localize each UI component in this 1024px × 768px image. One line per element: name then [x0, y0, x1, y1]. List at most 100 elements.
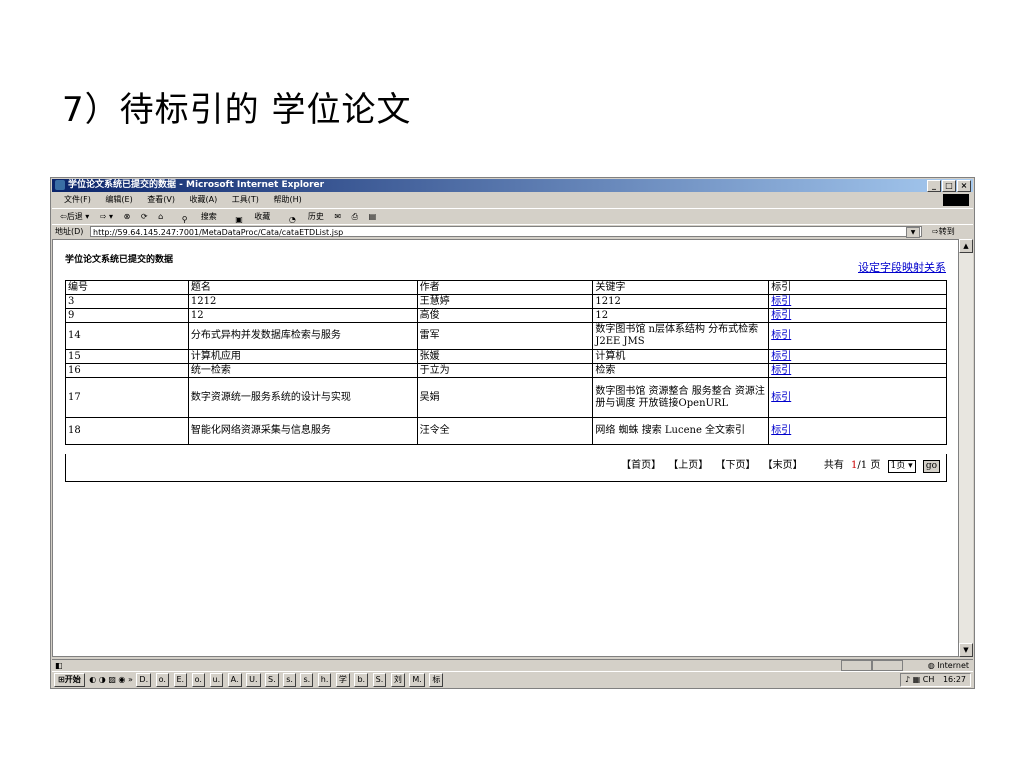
page-icon: ◧ [55, 661, 63, 670]
favorites-label: 收藏 [254, 212, 271, 221]
quicklaunch-more-icon[interactable]: » [128, 675, 133, 684]
minimize-button[interactable]: _ [927, 180, 941, 192]
index-link[interactable]: 标引 [771, 365, 791, 376]
home-icon[interactable]: ⌂ [158, 212, 163, 221]
language-indicator[interactable]: CH [923, 675, 935, 684]
menu-help[interactable]: 帮助(H) [273, 195, 301, 204]
prev-page-link[interactable]: 【上页】 [668, 460, 708, 471]
volume-icon[interactable]: ♪ [905, 675, 910, 684]
cell-id: 18 [65, 417, 189, 445]
index-link[interactable]: 标引 [771, 310, 791, 321]
menu-edit[interactable]: 编辑(E) [105, 195, 132, 204]
total-pages-label: /1 页 [857, 460, 881, 471]
index-link[interactable]: 标引 [771, 330, 791, 341]
cell-author: 雷军 [416, 322, 594, 350]
task-button[interactable]: h. [317, 673, 332, 687]
menu-view[interactable]: 查看(V) [147, 195, 175, 204]
next-page-link[interactable]: 【下页】 [715, 460, 755, 471]
maximize-button[interactable]: □ [942, 180, 956, 192]
task-button[interactable]: u. [209, 673, 224, 687]
table-row: 17 数字资源统一服务系统的设计与实现 吴娟 数字图书馆 资源整合 服务整合 资… [65, 377, 947, 418]
first-page-link[interactable]: 【首页】 [621, 460, 661, 471]
history-button[interactable]: ◔ 历史 [281, 212, 324, 224]
task-button[interactable]: s. [300, 673, 314, 687]
cell-keywords: 网络 蜘蛛 搜索 Lucene 全文索引 [592, 417, 770, 445]
task-button[interactable]: o. [155, 673, 169, 687]
task-button[interactable]: s. [283, 673, 296, 687]
cell-author: 高俊 [416, 308, 594, 323]
last-page-link[interactable]: 【末页】 [763, 460, 803, 471]
quicklaunch-ie-icon[interactable]: ◐ [89, 675, 96, 684]
task-button[interactable]: S. [372, 673, 387, 687]
window-titlebar[interactable]: 学位论文系统已提交的数据 - Microsoft Internet Explor… [52, 179, 973, 192]
page-content: 学位论文系统已提交的数据 设定字段映射关系 编号 题名 作者 关键字 标引 3 … [52, 239, 959, 657]
stop-icon[interactable]: ⊗ [124, 212, 131, 221]
table-row: 16 统一检索 于立为 检索 标引 [65, 363, 947, 378]
task-button-active[interactable]: 学 [335, 673, 350, 687]
menu-tools[interactable]: 工具(T) [232, 195, 259, 204]
total-label: 共有 [823, 460, 844, 471]
close-button[interactable]: × [957, 180, 971, 192]
browser-window: 学位论文系统已提交的数据 - Microsoft Internet Explor… [50, 177, 975, 689]
cell-id: 14 [65, 322, 189, 350]
index-link[interactable]: 标引 [771, 351, 791, 362]
task-button[interactable]: 刘 [390, 673, 405, 687]
task-button[interactable]: E. [173, 673, 188, 687]
index-link[interactable]: 标引 [771, 296, 791, 307]
network-icon[interactable]: ▦ [913, 675, 921, 684]
cell-index-link-cell: 标引 [768, 377, 947, 418]
search-button[interactable]: ⚲ 搜索 [174, 212, 217, 224]
go-label: 转到 [938, 227, 955, 236]
globe-icon: ◍ [927, 661, 938, 670]
status-bar: ◧ ◍ Internet [52, 659, 973, 671]
scroll-down-icon[interactable]: ▼ [959, 643, 973, 657]
mail-icon[interactable]: ✉ [334, 212, 341, 221]
quicklaunch-outlook-icon[interactable]: ◑ [99, 675, 106, 684]
start-button[interactable]: ⊞开始 [54, 673, 85, 687]
cell-author: 吴娟 [416, 377, 594, 418]
table-row: 14 分布式异构并发数据库检索与服务 雷军 数字图书馆 n层体系结构 分布式检索… [65, 322, 947, 350]
window-title: 学位论文系统已提交的数据 - Microsoft Internet Explor… [68, 180, 325, 190]
cell-id: 15 [65, 349, 189, 364]
task-button[interactable]: A. [227, 673, 242, 687]
edit-icon[interactable]: ▤ [369, 212, 377, 221]
task-button[interactable]: M. [409, 673, 425, 687]
task-button[interactable]: U. [246, 673, 261, 687]
print-icon[interactable]: ⎙ [352, 212, 358, 221]
go-arrow-icon: ⇨ [932, 227, 939, 236]
task-button[interactable]: D. [136, 673, 152, 687]
index-link[interactable]: 标引 [771, 425, 791, 436]
cell-author: 汪令全 [416, 417, 594, 445]
quicklaunch-media-icon[interactable]: ◉ [118, 675, 125, 684]
address-bar: 地址(D) http://59.64.145.247:7001/MetaData… [52, 224, 973, 239]
cell-title: 12 [187, 308, 418, 323]
menu-file[interactable]: 文件(F) [64, 195, 91, 204]
go-page-button[interactable]: go [922, 460, 940, 473]
back-button[interactable]: ⇦后退 ▾ [60, 212, 89, 221]
vertical-scrollbar[interactable]: ▲ ▼ [959, 239, 973, 657]
task-button[interactable]: b. [354, 673, 369, 687]
slide-title: 7）待标引的 学位论文 [62, 90, 412, 130]
index-link[interactable]: 标引 [771, 392, 791, 403]
forward-button[interactable]: ⇨ ▾ [100, 212, 113, 221]
history-label: 历史 [307, 212, 324, 221]
task-button[interactable]: 标 [429, 673, 444, 687]
menu-favorites[interactable]: 收藏(A) [190, 195, 218, 204]
cell-keywords: 数字图书馆 n层体系结构 分布式检索 J2EE JMS [592, 322, 770, 350]
cell-index-link-cell: 标引 [768, 363, 947, 378]
favorites-button[interactable]: ▣ 收藏 [227, 212, 271, 224]
go-button[interactable]: ⇨转到 [932, 225, 955, 239]
task-button[interactable]: o. [191, 673, 205, 687]
field-mapping-link[interactable]: 设定字段映射关系 [858, 259, 946, 275]
task-button[interactable]: S. [265, 673, 279, 687]
address-dropdown-icon[interactable]: ▼ [906, 227, 920, 238]
address-input[interactable]: http://59.64.145.247:7001/MetaDataProc/C… [90, 226, 922, 237]
scroll-up-icon[interactable]: ▲ [959, 239, 973, 253]
page-select[interactable]: 1页 ▾ [887, 460, 916, 473]
cell-title: 数字资源统一服务系统的设计与实现 [187, 377, 418, 418]
table-row: 15 计算机应用 张媛 计算机 标引 [65, 349, 947, 364]
quicklaunch-desktop-icon[interactable]: ▨ [108, 675, 116, 684]
refresh-icon[interactable]: ⟳ [141, 212, 148, 221]
cell-index-link-cell: 标引 [768, 308, 947, 323]
cell-id: 3 [65, 294, 189, 309]
